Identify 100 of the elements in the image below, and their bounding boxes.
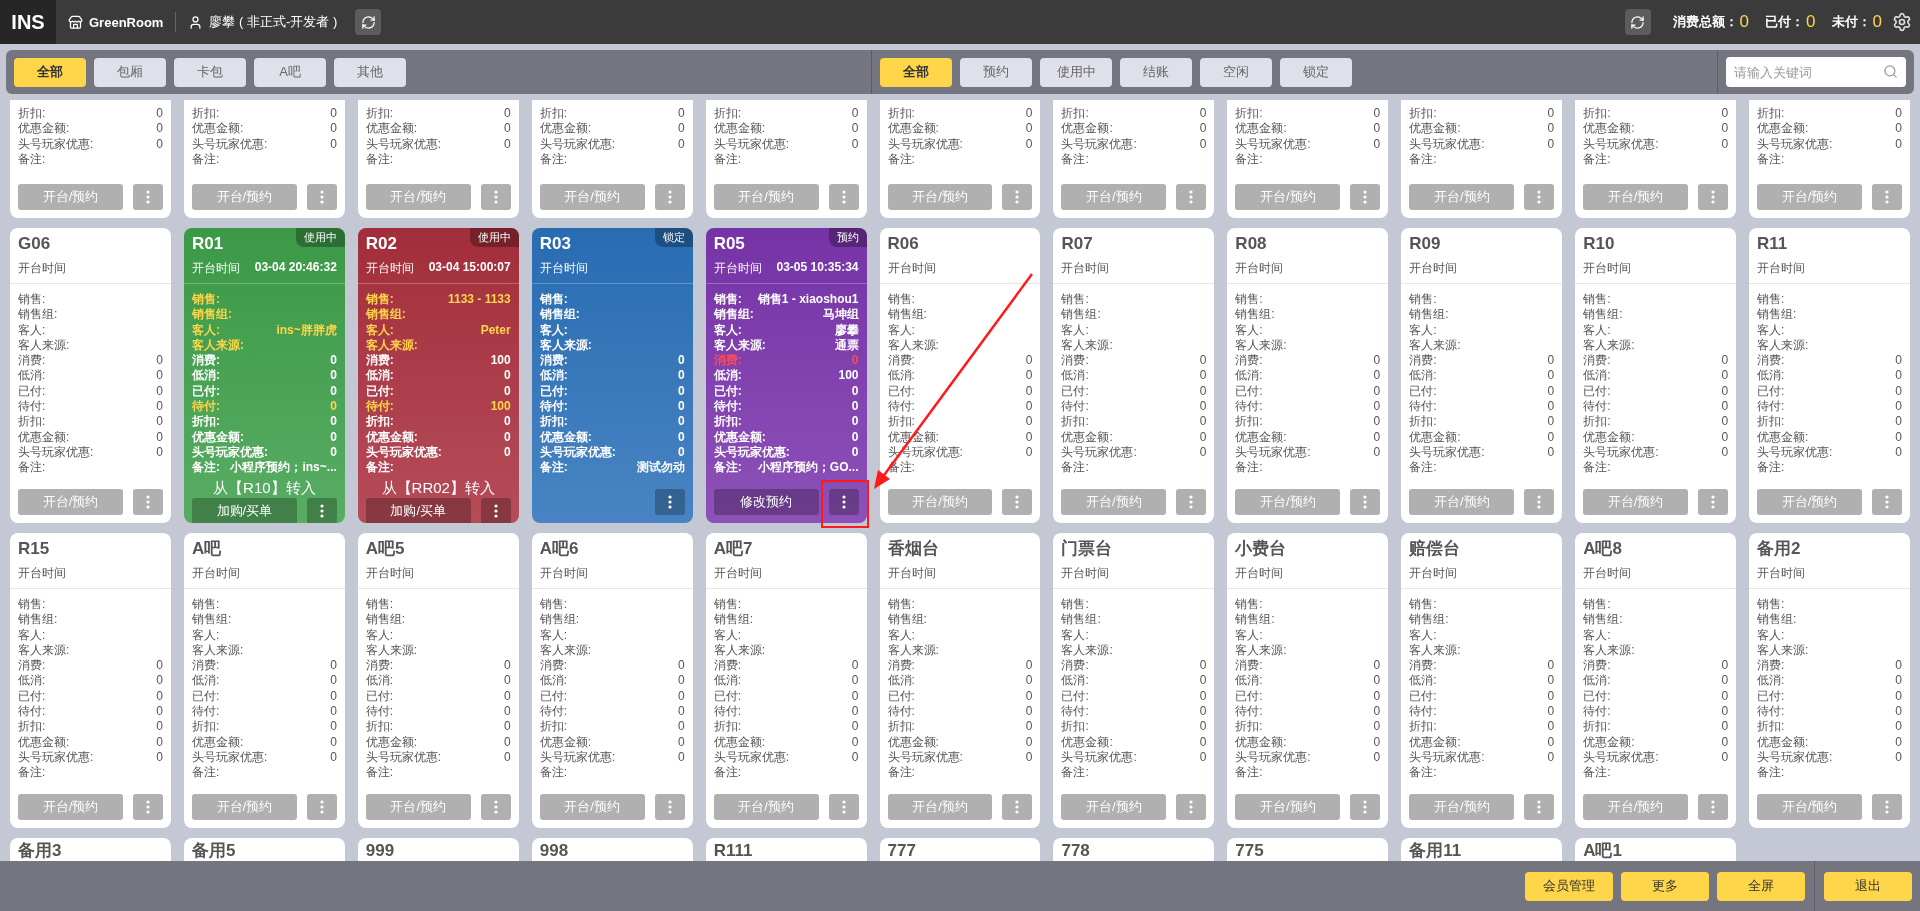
more-button[interactable]: [1002, 489, 1033, 515]
more-button[interactable]: [828, 184, 859, 210]
more-button[interactable]: [1872, 184, 1902, 210]
card-action-button[interactable]: 加购/买单: [365, 497, 471, 523]
card-action-button[interactable]: 开台/预约: [1583, 794, 1689, 820]
card-action-button[interactable]: 开台/预约: [365, 794, 471, 820]
more-button[interactable]: [1524, 794, 1555, 820]
card-action-button[interactable]: 开台/预约: [18, 489, 123, 515]
area-tab[interactable]: 其他: [334, 57, 406, 87]
more-button[interactable]: [828, 489, 859, 515]
stat-label: 消费总额：: [1672, 13, 1738, 31]
refresh-button[interactable]: [1624, 9, 1651, 35]
field-value: 0: [1373, 353, 1381, 369]
card-action-button[interactable]: 开台/预约: [1061, 794, 1167, 820]
card-action-button[interactable]: 开台/预约: [1061, 184, 1167, 210]
more-button[interactable]: [132, 184, 163, 210]
more-button[interactable]: [480, 794, 511, 820]
field-value: 0: [330, 414, 337, 430]
more-button[interactable]: [1350, 794, 1381, 820]
more-button[interactable]: [1698, 794, 1729, 820]
more-button[interactable]: [654, 489, 685, 515]
card-action-button[interactable]: 开台/预约: [887, 184, 993, 210]
card-action-button[interactable]: 开台/预约: [1409, 794, 1515, 820]
card-action-button[interactable]: 加购/买单: [191, 497, 297, 523]
more-button[interactable]: [1872, 794, 1902, 820]
area-tab[interactable]: 包厢: [94, 57, 166, 87]
more-button[interactable]: [1698, 184, 1729, 210]
card-action-button[interactable]: 开台/预约: [1061, 489, 1167, 515]
more-button[interactable]: [1350, 489, 1381, 515]
more-button[interactable]: [132, 489, 163, 515]
more-button[interactable]: [1002, 794, 1033, 820]
card-action-button[interactable]: 开台/预约: [1757, 489, 1862, 515]
more-button[interactable]: [306, 794, 337, 820]
more-button[interactable]: [1350, 184, 1381, 210]
room-title: G06: [18, 234, 51, 254]
more-button[interactable]: [306, 184, 337, 210]
more-button[interactable]: [654, 184, 685, 210]
more-button[interactable]: [1524, 489, 1555, 515]
field-value: 0: [1895, 673, 1902, 689]
more-button[interactable]: [1176, 794, 1207, 820]
card-action-button[interactable]: 开台/预约: [18, 184, 123, 210]
card-action-button[interactable]: 开台/预约: [18, 794, 123, 820]
card-action-button[interactable]: 开台/预约: [713, 184, 819, 210]
more-button[interactable]: [1002, 184, 1033, 210]
card-action-button[interactable]: 开台/预约: [191, 184, 297, 210]
field-value: 小程序预约；GO...: [757, 460, 859, 476]
card-action-button[interactable]: 开台/预约: [713, 794, 819, 820]
card-action-button[interactable]: 开台/预约: [1583, 489, 1689, 515]
card-action-button[interactable]: 开台/预约: [1235, 184, 1341, 210]
footer-button[interactable]: 更多: [1621, 871, 1709, 901]
card-action-button[interactable]: 修改预约: [713, 489, 819, 515]
footer-button[interactable]: 会员管理: [1525, 871, 1613, 901]
card-action-button[interactable]: 开台/预约: [191, 794, 297, 820]
field-label: 客人:: [887, 322, 915, 338]
area-tab[interactable]: 卡包: [174, 57, 246, 87]
more-button[interactable]: [1176, 184, 1207, 210]
card-action-button[interactable]: 开台/预约: [887, 489, 993, 515]
area-tab[interactable]: A吧: [254, 57, 326, 87]
field-label: 备注:: [539, 765, 568, 781]
more-button[interactable]: [1698, 489, 1729, 515]
card-action-button[interactable]: 开台/预约: [1235, 794, 1341, 820]
field-label: 消费:: [365, 658, 394, 674]
more-button[interactable]: [654, 794, 685, 820]
status-tab[interactable]: 结账: [1120, 57, 1192, 87]
card-action-button[interactable]: 开台/预约: [1409, 184, 1515, 210]
more-button[interactable]: [1524, 184, 1555, 210]
settings-button[interactable]: [1892, 12, 1912, 32]
field-value: 0: [1199, 719, 1207, 735]
field-label: 消费:: [18, 658, 46, 674]
footer-button[interactable]: 全屏: [1717, 871, 1805, 901]
card-action-button[interactable]: 开台/预约: [887, 794, 993, 820]
field-label: 已付:: [1409, 383, 1437, 400]
status-tab[interactable]: 锁定: [1280, 57, 1352, 87]
field-label: 备注:: [1409, 460, 1437, 476]
card-action-button[interactable]: 开台/预约: [1757, 794, 1862, 820]
card-action-button[interactable]: 开台/预约: [539, 184, 645, 210]
field-value: 0: [677, 444, 685, 461]
card-action-button[interactable]: 开台/预约: [1235, 489, 1341, 515]
more-button[interactable]: [1176, 489, 1207, 515]
card-action-button[interactable]: 开台/预约: [1409, 489, 1515, 515]
refresh-button[interactable]: [355, 9, 382, 35]
more-button[interactable]: [480, 497, 511, 523]
search-field[interactable]: 请输入关键词: [1726, 57, 1906, 87]
area-tab[interactable]: 全部: [14, 57, 86, 87]
card-action-button[interactable]: 开台/预约: [365, 184, 471, 210]
exit-button[interactable]: 退出: [1824, 871, 1912, 901]
more-button[interactable]: [828, 794, 859, 820]
status-tab[interactable]: 全部: [880, 57, 952, 87]
card-action-button[interactable]: 开台/预约: [1757, 184, 1862, 210]
status-tab[interactable]: 预约: [960, 57, 1032, 87]
field-value: 0: [1373, 399, 1381, 415]
card-action-button[interactable]: 开台/预约: [1583, 184, 1689, 210]
more-button[interactable]: [1872, 489, 1902, 515]
field-label: 头号玩家优惠:: [1409, 749, 1485, 766]
more-button[interactable]: [132, 794, 163, 820]
card-action-button[interactable]: 开台/预约: [539, 794, 645, 820]
more-button[interactable]: [480, 184, 511, 210]
more-button[interactable]: [306, 497, 337, 523]
status-tab[interactable]: 空闲: [1200, 57, 1272, 87]
status-tab[interactable]: 使用中: [1040, 57, 1112, 87]
